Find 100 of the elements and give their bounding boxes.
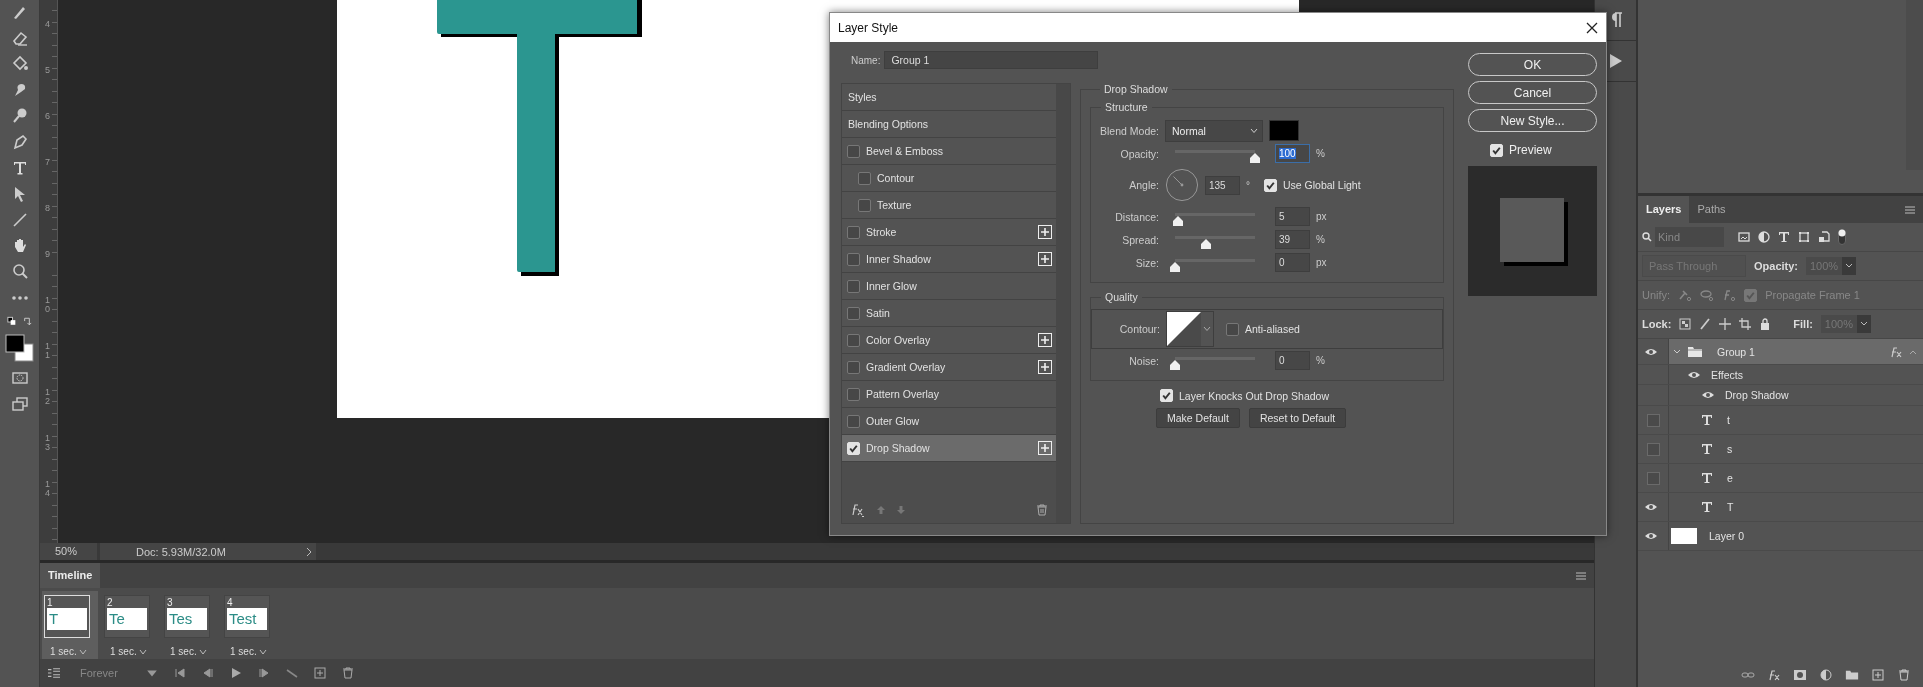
layer-row[interactable]: Drop Shadow <box>1638 385 1923 406</box>
timeline-tab[interactable]: Timeline <box>40 563 101 588</box>
eye-icon[interactable] <box>1644 346 1658 357</box>
value-field[interactable]: 39 <box>1275 230 1310 249</box>
blend-mode-dropdown[interactable]: Normal <box>1165 119 1263 142</box>
tween-icon[interactable] <box>286 667 298 679</box>
panel-button[interactable]: Reset to Default <box>1248 408 1347 428</box>
list-icon[interactable] <box>48 667 60 679</box>
checkbox[interactable] <box>847 387 860 401</box>
eye-icon[interactable] <box>1687 369 1701 380</box>
color-swatch[interactable] <box>1269 120 1299 141</box>
fx-icon[interactable] <box>850 503 866 517</box>
brush-icon[interactable] <box>1699 318 1712 330</box>
eye-icon[interactable] <box>1644 531 1658 541</box>
folder-icon[interactable] <box>1845 669 1859 681</box>
contour-picker[interactable] <box>1166 311 1214 347</box>
panel-tab[interactable]: Paths <box>1689 196 1734 223</box>
checkbox[interactable] <box>847 144 860 158</box>
style-item[interactable]: Contour <box>842 165 1056 192</box>
caret-icon[interactable] <box>138 648 147 655</box>
crop-icon[interactable] <box>1739 318 1752 330</box>
adjustment-filter-icon[interactable] <box>1758 231 1770 243</box>
trash-icon[interactable] <box>1036 504 1048 516</box>
lock-pixels-icon[interactable] <box>1679 318 1692 330</box>
value-field[interactable]: 135 <box>1205 175 1240 195</box>
checkbox[interactable] <box>858 171 871 185</box>
checkbox[interactable] <box>858 198 871 212</box>
color-swatches[interactable] <box>4 334 35 362</box>
layer-row[interactable]: T <box>1638 493 1923 522</box>
add-icon[interactable] <box>1038 252 1052 266</box>
value-field[interactable]: 5 <box>1275 207 1310 226</box>
slider-thumb[interactable] <box>1169 358 1181 371</box>
frame-delay[interactable]: 1 sec. <box>170 646 197 657</box>
name-field[interactable]: Group 1 <box>884 51 1099 69</box>
smart-object-filter-icon[interactable] <box>1818 231 1830 243</box>
style-item[interactable]: Inner Shadow <box>842 246 1056 273</box>
link-icon[interactable] <box>1741 669 1755 681</box>
add-icon[interactable] <box>1038 333 1052 347</box>
caret-icon[interactable] <box>1202 326 1212 332</box>
first-frame-icon[interactable] <box>174 667 186 679</box>
caret-icon[interactable] <box>198 648 207 655</box>
style-item[interactable]: Color Overlay <box>842 327 1056 354</box>
new-layer-icon[interactable] <box>1871 669 1885 681</box>
angle-dial[interactable] <box>1165 168 1199 202</box>
frame-delay[interactable]: 1 sec. <box>230 646 257 657</box>
style-item[interactable]: Gradient Overlay <box>842 354 1056 381</box>
slider-thumb[interactable] <box>1169 260 1181 273</box>
scrollbar[interactable] <box>1056 84 1070 523</box>
swap-colors-icon[interactable] <box>5 316 34 328</box>
animation-frame[interactable]: 1 T 1 sec. <box>42 591 98 659</box>
checkbox[interactable] <box>847 360 860 374</box>
checkbox[interactable] <box>847 414 860 428</box>
play-icon[interactable] <box>230 667 242 679</box>
style-item[interactable]: Stroke <box>842 219 1056 246</box>
add-icon[interactable] <box>1038 360 1052 374</box>
checkbox[interactable] <box>1744 288 1758 302</box>
eye-icon[interactable] <box>1701 390 1715 400</box>
dialog-button[interactable]: Cancel <box>1468 81 1597 104</box>
new-frame-icon[interactable] <box>314 667 326 679</box>
filter-field[interactable]: Kind <box>1655 227 1724 247</box>
chevron-icon[interactable] <box>1673 347 1681 356</box>
caret-icon[interactable] <box>1842 257 1856 275</box>
layer-row[interactable]: Effects <box>1638 365 1923 385</box>
previous-frame-icon[interactable] <box>202 667 214 679</box>
value-field[interactable]: 0 <box>1275 351 1310 370</box>
shape-filter-icon[interactable] <box>1798 231 1810 243</box>
panel-tab[interactable]: Layers <box>1638 196 1690 223</box>
frame-delay[interactable]: 1 sec. <box>110 646 137 657</box>
dialog-button[interactable]: New Style... <box>1468 109 1597 132</box>
trash-icon[interactable] <box>1897 669 1911 681</box>
image-filter-icon[interactable] <box>1738 231 1750 243</box>
lock-icon[interactable] <box>1759 318 1772 330</box>
style-item[interactable]: Satin <box>842 300 1056 327</box>
screen-mode-icon[interactable] <box>9 394 30 414</box>
chevron-right-icon[interactable] <box>306 546 312 557</box>
move-icon[interactable] <box>1719 318 1732 330</box>
add-icon[interactable] <box>1038 441 1052 455</box>
caret-icon[interactable] <box>78 648 87 655</box>
layer-row[interactable]: Layer 0 <box>1638 522 1923 551</box>
menu-icon[interactable] <box>1576 571 1586 580</box>
layer-row[interactable]: s <box>1638 435 1923 464</box>
caret-icon[interactable] <box>258 648 267 655</box>
dialog-button[interactable]: OK <box>1468 53 1597 76</box>
caret-icon[interactable] <box>1250 127 1258 134</box>
adjustment-icon[interactable] <box>1819 669 1833 681</box>
checkbox[interactable] <box>847 225 860 239</box>
checkbox[interactable] <box>847 306 860 320</box>
value-field[interactable]: 100 <box>1275 144 1310 163</box>
style-item[interactable]: Bevel & Emboss <box>842 138 1056 165</box>
slider-thumb[interactable] <box>1200 237 1213 250</box>
style-item[interactable]: Texture <box>842 192 1056 219</box>
filter-toggle[interactable] <box>1838 229 1846 245</box>
fx-icon[interactable] <box>1767 669 1781 681</box>
checkbox[interactable] <box>847 279 860 293</box>
next-frame-icon[interactable] <box>258 667 270 679</box>
layer-row[interactable]: t <box>1638 406 1923 435</box>
style-item[interactable]: Pattern Overlay <box>842 381 1056 408</box>
style-item[interactable]: Styles <box>842 84 1056 111</box>
frame-delay[interactable]: 1 sec. <box>50 646 77 657</box>
close-icon[interactable] <box>1586 21 1598 34</box>
